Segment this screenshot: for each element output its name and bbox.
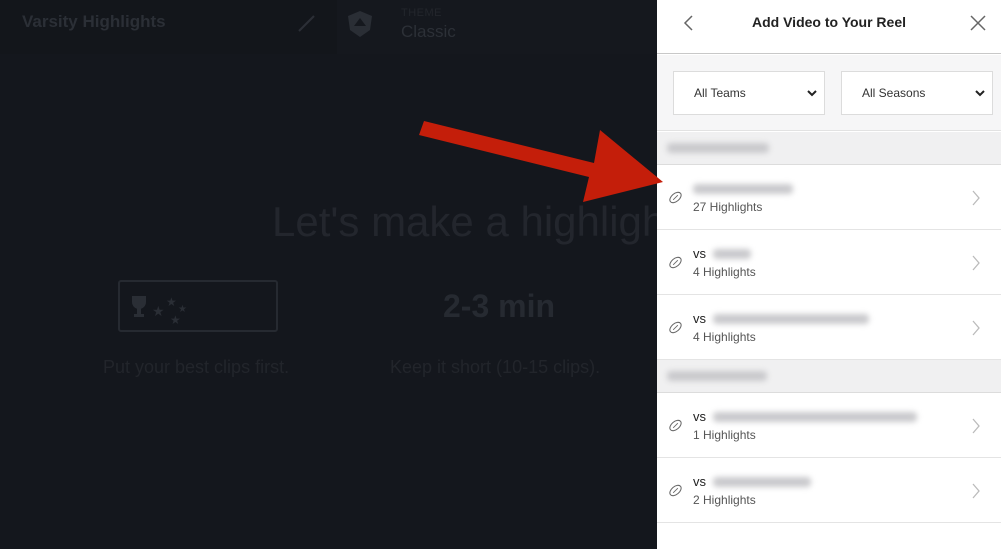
football-icon	[669, 191, 682, 204]
seasons-select[interactable]: All Seasons	[841, 71, 993, 115]
page-heading: Let's make a highlight r	[272, 198, 703, 245]
game-row[interactable]: vs 2 Highlights	[657, 458, 1001, 523]
best-clips-tile: ★ ★ ★ ★	[118, 280, 278, 332]
game-row[interactable]: vs 1 Highlights	[657, 393, 1001, 458]
redacted-opponent	[713, 412, 917, 422]
football-icon	[669, 256, 682, 269]
game-row[interactable]: vs 4 Highlights	[657, 295, 1001, 360]
pencil-icon[interactable]	[296, 12, 318, 34]
panel-header: Add Video to Your Reel	[657, 0, 1001, 54]
highlight-count: 4 Highlights	[693, 330, 756, 344]
teams-select[interactable]: All Teams	[673, 71, 825, 115]
redacted-opponent	[713, 477, 811, 487]
svg-text:★: ★	[152, 303, 165, 319]
tip-keep-short: Keep it short (10-15 clips).	[390, 357, 601, 377]
football-icon	[669, 419, 682, 432]
theme-logo-icon	[348, 11, 372, 37]
chevron-down-icon	[975, 90, 985, 97]
theme-label: THEME	[401, 7, 442, 19]
chevron-right-icon	[972, 418, 980, 434]
theme-selector[interactable]	[337, 0, 657, 54]
highlight-count: 27 Highlights	[693, 200, 763, 214]
redacted-opponent	[713, 314, 869, 324]
duration-text: 2-3 min	[443, 288, 556, 324]
highlight-count: 2 Highlights	[693, 493, 756, 507]
vs-label: vs	[693, 474, 706, 489]
app-title: Varsity Highlights	[22, 12, 166, 31]
game-row[interactable]: vs 4 Highlights	[657, 230, 1001, 295]
theme-value: Classic	[401, 22, 456, 41]
redacted-opponent	[713, 249, 751, 259]
tip-best-clips: Put your best clips first.	[103, 357, 290, 377]
seasons-select-value: All Seasons	[862, 86, 926, 100]
svg-text:★: ★	[166, 295, 177, 309]
highlight-count: 4 Highlights	[693, 265, 756, 279]
chevron-down-icon	[807, 90, 817, 97]
redacted-season-label	[667, 371, 767, 381]
panel-title: Add Video to Your Reel	[751, 14, 907, 30]
svg-text:★: ★	[170, 313, 181, 327]
teams-select-value: All Teams	[694, 86, 746, 100]
chevron-right-icon	[972, 190, 980, 206]
vs-label: vs	[693, 246, 706, 261]
filter-bar: All Teams All Seasons	[657, 55, 1001, 131]
chevron-right-icon	[972, 483, 980, 499]
football-icon	[669, 484, 682, 497]
trophy-stars-icon: ★ ★ ★ ★	[132, 295, 187, 327]
highlight-count: 1 Highlights	[693, 428, 756, 442]
chevron-right-icon	[972, 320, 980, 336]
season-section-header	[657, 132, 1001, 165]
vs-label: vs	[693, 311, 706, 326]
redacted-season-label	[667, 143, 769, 153]
add-video-panel: Add Video to Your Reel All Teams All Sea…	[657, 0, 1001, 549]
close-icon[interactable]	[967, 12, 989, 34]
season-section-header	[657, 360, 1001, 393]
vs-label: vs	[693, 409, 706, 424]
game-row[interactable]: 27 Highlights	[657, 165, 1001, 230]
football-icon	[669, 321, 682, 334]
chevron-right-icon	[972, 255, 980, 271]
redacted-game-name	[693, 184, 793, 194]
